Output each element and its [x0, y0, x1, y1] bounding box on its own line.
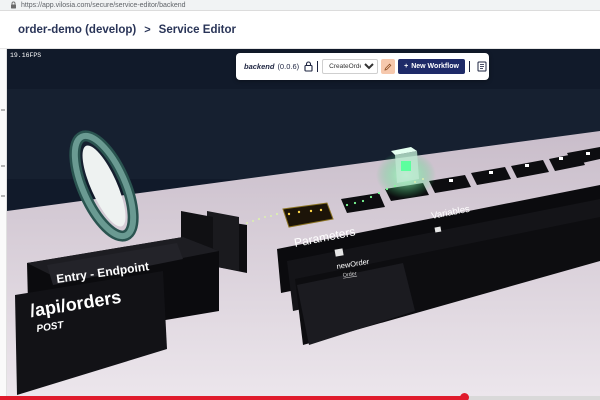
plus-icon: +: [404, 63, 409, 70]
new-workflow-label: New Workflow: [411, 63, 459, 70]
app-header: order-demo (develop) > Service Editor: [0, 11, 600, 49]
breadcrumb-project[interactable]: order-demo (develop): [18, 24, 136, 36]
toolbar-divider: [317, 61, 319, 72]
scene-graphics: Entry - Endpoint /api/orders POST Parame…: [7, 49, 600, 396]
documentation-icon[interactable]: [476, 61, 488, 73]
breadcrumb-separator: >: [144, 23, 151, 36]
service-editor-3d-viewport[interactable]: Entry - Endpoint /api/orders POST Parame…: [7, 49, 600, 396]
pencil-icon: [384, 63, 392, 71]
service-version: (0.0.6): [277, 62, 300, 71]
fps-counter: 19.16FPS: [10, 52, 42, 59]
playback-progress-bar[interactable]: [0, 393, 600, 400]
browser-url-bar[interactable]: https://app.vilosia.com/secure/service-e…: [0, 0, 600, 11]
edit-workflow-button[interactable]: [381, 59, 396, 74]
breadcrumb-page: Service Editor: [158, 23, 236, 36]
service-name: backend: [244, 62, 275, 71]
playback-progress-fill: [0, 396, 464, 400]
playback-scrubber-handle[interactable]: [459, 393, 469, 400]
left-side-strip: [0, 49, 7, 400]
workflow-select[interactable]: CreateOrder: [322, 59, 379, 74]
new-workflow-button[interactable]: + New Workflow: [398, 59, 465, 74]
service-toolbar: backend (0.0.6) CreateOrder + New Workfl…: [236, 53, 489, 80]
toolbar-divider-2: [468, 61, 470, 72]
lock-icon[interactable]: [303, 61, 313, 73]
secure-lock-icon: [8, 0, 18, 10]
browser-url[interactable]: https://app.vilosia.com/secure/service-e…: [21, 2, 186, 9]
